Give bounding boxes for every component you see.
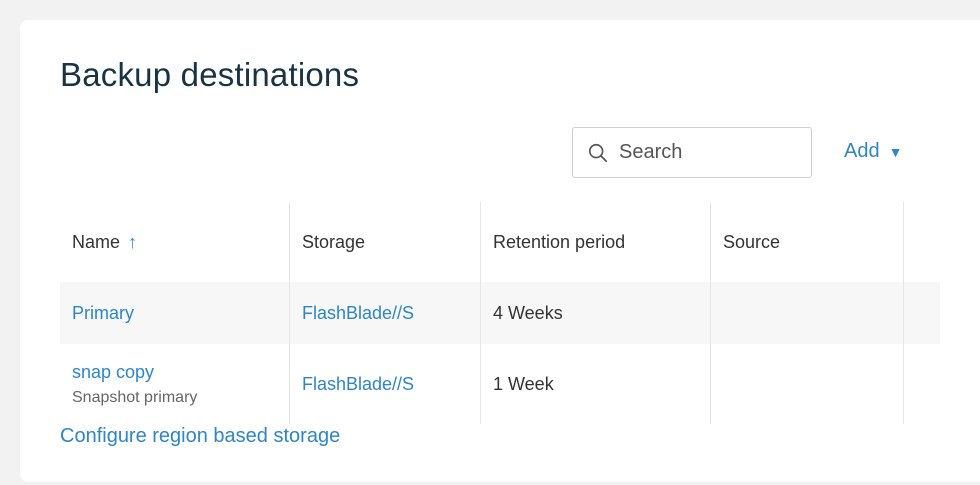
column-header-source-label: Source bbox=[723, 231, 781, 252]
add-dropdown-button[interactable]: Add ▼ bbox=[844, 140, 902, 163]
sort-ascending-icon[interactable]: ↑ bbox=[128, 232, 137, 253]
cell-storage: FlashBlade//S bbox=[290, 282, 481, 344]
add-label: Add bbox=[844, 140, 880, 162]
search-icon bbox=[588, 143, 608, 162]
retention-value: 4 Weeks bbox=[493, 302, 563, 323]
cell-retention: 4 Weeks bbox=[481, 282, 711, 344]
search-box[interactable] bbox=[572, 127, 812, 178]
cell-source bbox=[711, 344, 904, 424]
cell-source bbox=[711, 282, 904, 344]
column-header-retention-label: Retention period bbox=[493, 231, 626, 252]
cell-name: Primary bbox=[60, 282, 290, 344]
destination-name-link[interactable]: Primary bbox=[72, 303, 289, 324]
table-row[interactable]: snap copy Snapshot primary FlashBlade//S… bbox=[60, 344, 940, 424]
column-header-storage[interactable]: Storage bbox=[290, 202, 481, 282]
cell-name: snap copy Snapshot primary bbox=[60, 344, 290, 424]
backup-destinations-panel: Backup destinations Add ▼ Name ↑ Storage… bbox=[20, 20, 980, 482]
cell-storage: FlashBlade//S bbox=[290, 344, 481, 424]
destination-subtitle: Snapshot primary bbox=[72, 388, 198, 406]
column-header-storage-label: Storage bbox=[302, 231, 366, 252]
cell-retention: 1 Week bbox=[481, 344, 711, 424]
destination-name-link[interactable]: snap copy bbox=[72, 362, 289, 383]
table-header-row: Name ↑ Storage Retention period Source bbox=[60, 202, 940, 282]
column-header-retention[interactable]: Retention period bbox=[481, 202, 711, 282]
storage-link[interactable]: FlashBlade//S bbox=[302, 303, 480, 324]
retention-value: 1 Week bbox=[493, 373, 554, 394]
cell-actions bbox=[904, 282, 940, 344]
page-title: Backup destinations bbox=[60, 56, 360, 93]
column-header-actions bbox=[904, 202, 940, 282]
backup-destinations-table: Name ↑ Storage Retention period Source P… bbox=[60, 202, 940, 424]
column-header-source[interactable]: Source bbox=[711, 202, 904, 282]
column-header-name-label: Name bbox=[72, 231, 121, 252]
search-input[interactable] bbox=[619, 141, 799, 164]
caret-down-icon: ▼ bbox=[888, 143, 903, 160]
storage-link[interactable]: FlashBlade//S bbox=[302, 374, 480, 395]
column-header-name[interactable]: Name ↑ bbox=[60, 202, 290, 282]
table-row[interactable]: Primary FlashBlade//S 4 Weeks bbox=[60, 282, 940, 344]
configure-region-storage-link[interactable]: Configure region based storage bbox=[60, 425, 340, 448]
cell-actions bbox=[904, 344, 940, 424]
